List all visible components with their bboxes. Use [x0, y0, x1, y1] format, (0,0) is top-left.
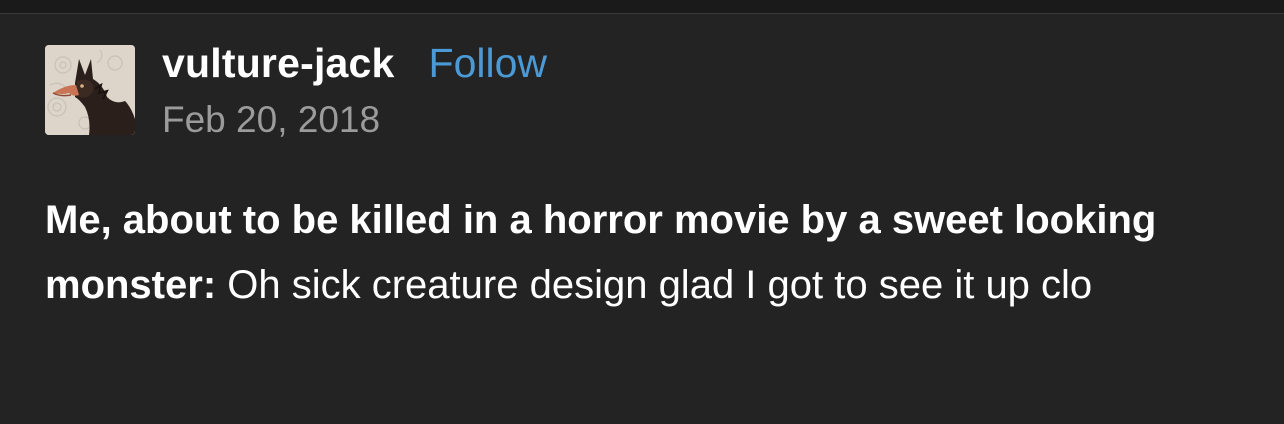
post-body: Me, about to be killed in a horror movie… [45, 188, 1245, 318]
post-card: vulture-jack Follow Feb 20, 2018 Me, abo… [0, 0, 1284, 424]
post-date: Feb 20, 2018 [162, 99, 381, 140]
post-body-text: Oh sick creature design glad I got to se… [216, 263, 1093, 307]
avatar[interactable] [45, 45, 135, 135]
follow-button[interactable]: Follow [429, 40, 547, 87]
post-header: vulture-jack Follow [162, 40, 547, 87]
username-link[interactable]: vulture-jack [162, 40, 395, 87]
top-divider [0, 0, 1284, 14]
vulture-creature-avatar-icon [45, 45, 135, 135]
